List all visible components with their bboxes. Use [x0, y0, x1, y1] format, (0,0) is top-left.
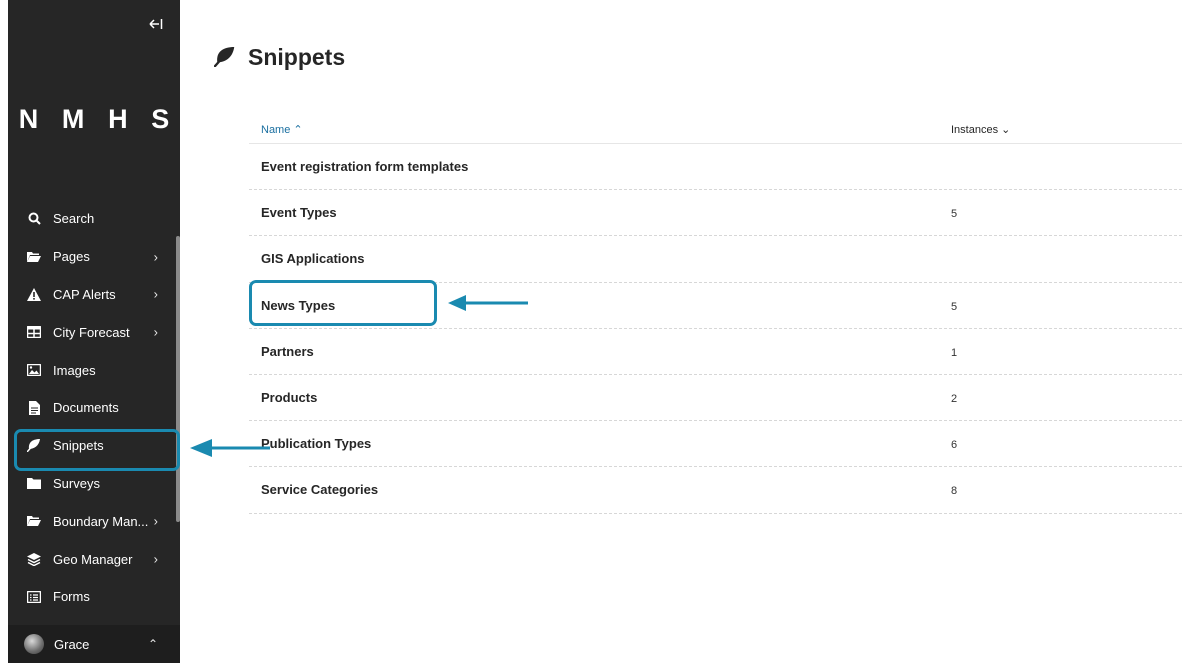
snippet-name-link[interactable]: Partners [261, 344, 314, 359]
sidebar-item-label: Surveys [53, 475, 100, 491]
snippet-name-link[interactable]: Publication Types [261, 436, 371, 451]
table-row: GIS Applications [249, 236, 1182, 283]
sidebar-item-surveys[interactable]: Surveys [8, 465, 180, 503]
table-row: Products 2 [249, 375, 1182, 422]
page-header: Snippets [213, 44, 346, 71]
sidebar-item-label: Search [53, 211, 95, 227]
sidebar-item-label: Images [53, 362, 96, 378]
avatar [24, 634, 44, 654]
image-icon [26, 362, 42, 378]
table-icon [26, 324, 42, 340]
sidebar-item-label: Boundary Man... [53, 513, 149, 529]
snippet-name-link[interactable]: GIS Applications [261, 251, 365, 266]
column-header-name-label: Name [261, 124, 291, 136]
snippet-name-link[interactable]: Event Types [261, 205, 337, 220]
column-header-instances[interactable]: Instances ⌄ [951, 123, 1010, 136]
sidebar-item-geo-manager[interactable]: Geo Manager › [8, 540, 180, 578]
chevron-down-icon: ⌄ [1001, 124, 1011, 136]
folder-open-icon [26, 513, 42, 529]
sidebar-item-pages[interactable]: Pages › [8, 238, 180, 276]
collapse-left-icon [149, 19, 163, 29]
sidebar-menu: Search Pages › CAP Alerts › City Forecas… [8, 200, 180, 616]
table-row: Event registration form templates [249, 144, 1182, 191]
sidebar-item-search[interactable]: Search [8, 200, 180, 238]
user-name: Grace [54, 636, 90, 652]
document-icon [26, 400, 42, 416]
instance-count: 5 [951, 300, 958, 313]
snippet-name-link[interactable]: Event registration form templates [261, 159, 468, 174]
list-icon [26, 589, 42, 605]
instance-count: 1 [951, 346, 958, 359]
annotation-arrow-icon [190, 439, 270, 457]
instance-count: 6 [951, 439, 958, 452]
sidebar-item-documents[interactable]: Documents [8, 389, 180, 427]
instance-count: 2 [951, 392, 958, 405]
sidebar-item-label: CAP Alerts [53, 286, 116, 302]
instance-count: 8 [951, 485, 958, 498]
sidebar-item-boundary-manager[interactable]: Boundary Man... › [8, 502, 180, 540]
table-row: Publication Types 6 [249, 421, 1182, 468]
page-title: Snippets [248, 44, 346, 70]
sidebar: N M H S Search Pages › CAP Alerts › City… [8, 0, 180, 663]
sidebar-item-label: Snippets [53, 438, 104, 454]
chevron-right-icon: › [153, 513, 158, 529]
user-account-menu[interactable]: Grace ⌃ [8, 625, 180, 663]
chevron-right-icon: › [153, 551, 158, 567]
table-row: Service Categories 8 [249, 467, 1182, 514]
collapse-sidebar-button[interactable] [148, 16, 164, 32]
layers-icon [26, 551, 42, 567]
annotation-arrow-icon [448, 295, 528, 311]
snippet-leaf-icon [26, 438, 42, 454]
snippet-name-link[interactable]: Products [261, 390, 317, 405]
sidebar-item-cap-alerts[interactable]: CAP Alerts › [8, 276, 180, 314]
sidebar-item-label: City Forecast [53, 324, 130, 340]
folder-icon [26, 475, 42, 491]
highlight-box-news-types [249, 280, 437, 326]
sidebar-item-label: Documents [53, 400, 119, 416]
column-header-name[interactable]: Name ⌃ [261, 123, 303, 136]
sidebar-item-label: Forms [53, 589, 90, 605]
column-header-instances-label: Instances [951, 124, 999, 136]
table-row: Partners 1 [249, 329, 1182, 375]
sidebar-item-label: Pages [53, 249, 90, 265]
snippet-leaf-icon [213, 46, 236, 69]
chevron-right-icon: › [153, 324, 158, 340]
chevron-up-icon: ⌃ [147, 637, 158, 651]
instance-count: 5 [951, 208, 958, 221]
table-row: Event Types 5 [249, 190, 1182, 237]
sidebar-item-images[interactable]: Images [8, 351, 180, 389]
sidebar-item-label: Geo Manager [53, 551, 133, 567]
table-header: Name ⌃ Instances ⌄ [249, 118, 1182, 144]
sidebar-item-snippets[interactable]: Snippets [8, 427, 180, 471]
folder-open-icon [26, 249, 42, 265]
site-logo[interactable]: N M H S [8, 104, 180, 135]
chevron-right-icon: › [153, 249, 158, 265]
chevron-right-icon: › [153, 286, 158, 302]
snippet-name-link[interactable]: Service Categories [261, 482, 378, 497]
sidebar-item-forms[interactable]: Forms [8, 578, 180, 616]
chevron-up-icon: ⌃ [293, 124, 303, 136]
search-icon [26, 211, 42, 227]
sidebar-item-city-forecast[interactable]: City Forecast › [8, 313, 180, 351]
warning-icon [26, 286, 42, 302]
